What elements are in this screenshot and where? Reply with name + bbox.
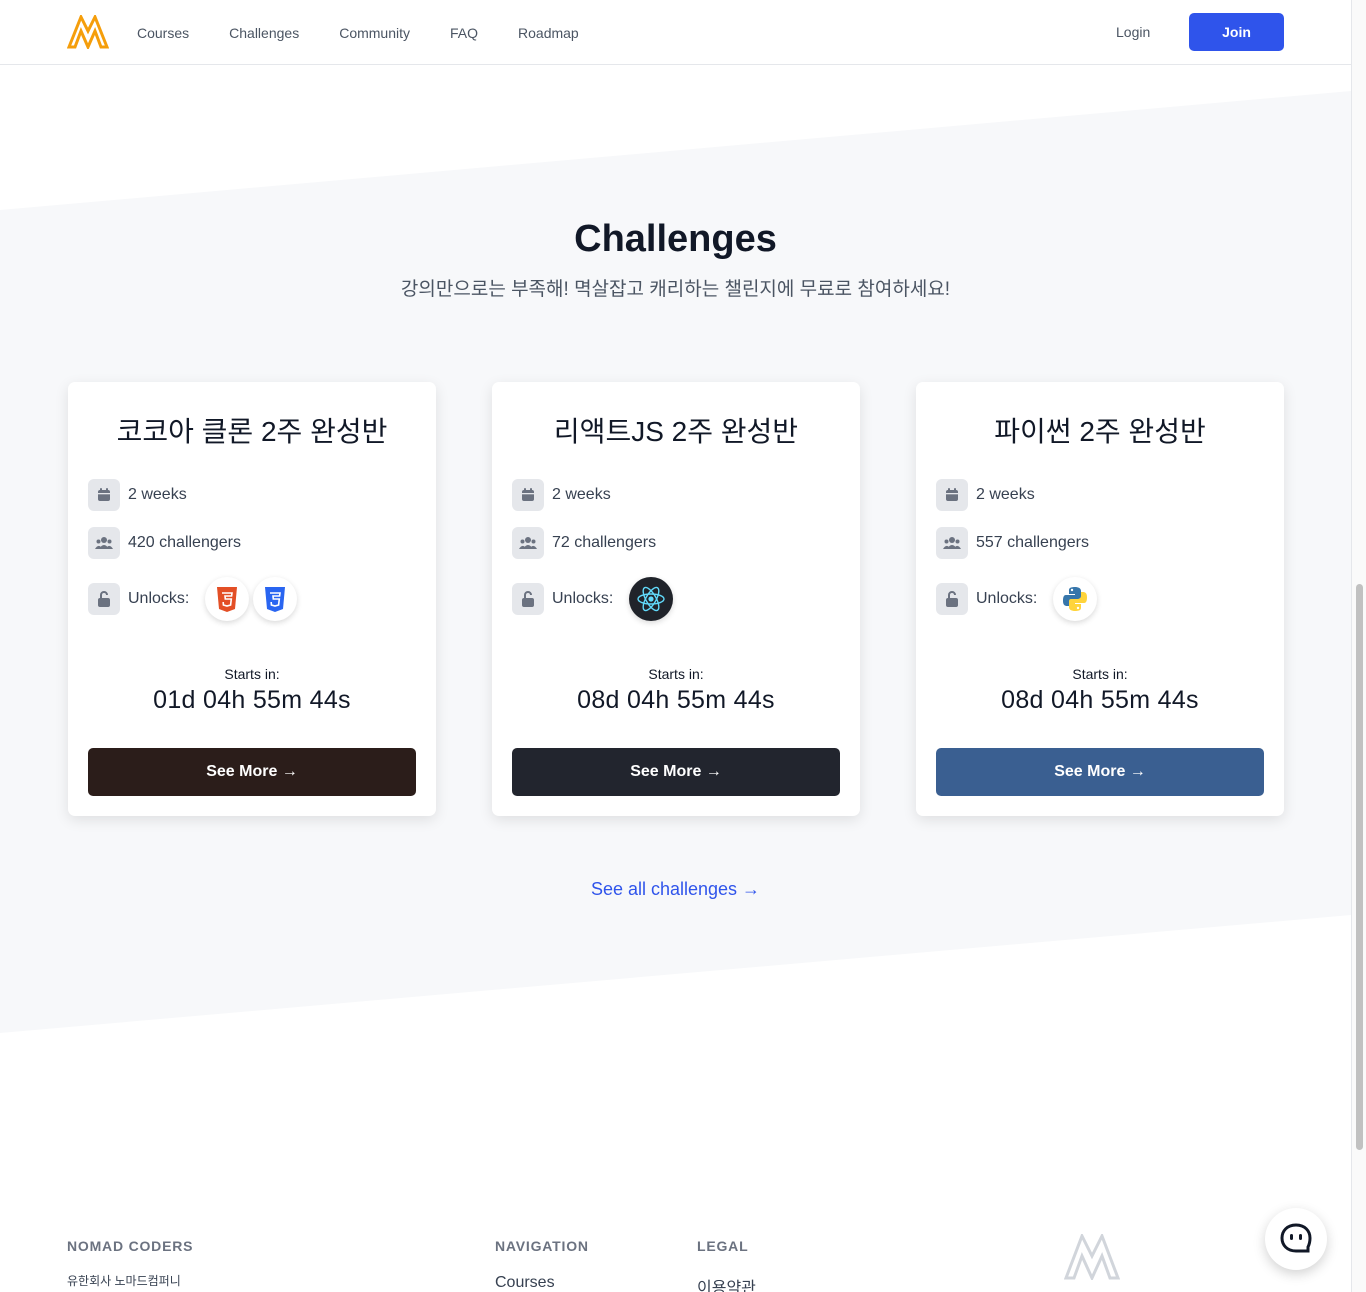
unlocks-icons <box>629 577 674 621</box>
card-title: 파이썬 2주 완성반 <box>994 416 1206 447</box>
card-title: 리액트JS 2주 완성반 <box>553 416 799 447</box>
challengers-text: 557 challengers <box>976 534 1089 551</box>
countdown-timer: 08d 04h 55m 44s <box>577 686 775 714</box>
footer-company-title: NOMAD CODERS <box>67 1238 194 1254</box>
top-header: Courses Challenges Community FAQ Roadmap… <box>0 0 1351 65</box>
challengers-row: 557 challengers <box>936 527 1089 559</box>
challenge-card-react: 리액트JS 2주 완성반 2 weeks 72 challengers Unlo… <box>492 382 860 816</box>
challengers-text: 72 challengers <box>552 534 657 551</box>
nomad-logo-icon[interactable] <box>67 15 109 49</box>
unlocks-label: Unlocks: <box>976 590 1038 607</box>
see-more-button[interactable]: See More → <box>88 748 416 796</box>
starts-label: Starts in: <box>224 666 280 682</box>
footer-nav-title: NAVIGATION <box>495 1238 589 1254</box>
footer-logo-icon <box>1064 1234 1120 1280</box>
countdown-timer: 01d 04h 55m 44s <box>153 686 351 714</box>
unlocks-icons <box>1053 577 1098 621</box>
footer-link-terms[interactable]: 이용약관 <box>697 1274 756 1292</box>
join-button[interactable]: Join <box>1189 13 1284 51</box>
calendar-icon <box>512 479 544 511</box>
challenge-card-kokoa: 코코아 클론 2주 완성반 2 weeks 420 challengers Un… <box>68 382 436 816</box>
nav-challenges[interactable]: Challenges <box>229 25 299 41</box>
unlocks-row: Unlocks: <box>88 577 298 621</box>
lock-open-icon <box>936 583 968 615</box>
unlocks-label: Unlocks: <box>128 590 190 607</box>
nav-roadmap[interactable]: Roadmap <box>518 25 579 41</box>
footer-link-courses[interactable]: Courses <box>495 1274 555 1292</box>
footer-company-name: 유한회사 노마드컴퍼니 <box>67 1274 181 1288</box>
unlocks-icons <box>205 577 298 621</box>
duration-text: 2 weeks <box>128 486 187 503</box>
lock-open-icon <box>88 583 120 615</box>
duration-row: 2 weeks <box>936 479 1035 511</box>
see-more-button[interactable]: See More → <box>512 748 840 796</box>
users-icon <box>936 527 968 559</box>
unlocks-row: Unlocks: <box>512 577 674 621</box>
countdown-timer: 08d 04h 55m 44s <box>1001 686 1199 714</box>
chat-button[interactable] <box>1265 1208 1327 1270</box>
section-title: Challenges <box>574 218 777 260</box>
nav-community[interactable]: Community <box>339 25 410 41</box>
main-nav: Courses Challenges Community FAQ Roadmap <box>137 0 579 65</box>
duration-row: 2 weeks <box>88 479 187 511</box>
python-icon[interactable] <box>1053 577 1098 621</box>
html5-icon[interactable] <box>205 577 250 621</box>
challengers-row: 420 challengers <box>88 527 241 559</box>
scrollbar-thumb[interactable] <box>1356 584 1363 1150</box>
login-link[interactable]: Login <box>1116 24 1150 40</box>
footer-legal-title: LEGAL <box>697 1238 749 1254</box>
calendar-icon <box>936 479 968 511</box>
lock-open-icon <box>512 583 544 615</box>
users-icon <box>88 527 120 559</box>
starts-label: Starts in: <box>1072 666 1128 682</box>
unlocks-row: Unlocks: <box>936 577 1098 621</box>
see-all-challenges-link[interactable]: See all challenges → <box>0 879 1351 900</box>
duration-row: 2 weeks <box>512 479 611 511</box>
react-icon[interactable] <box>629 577 674 621</box>
page-scrollbar[interactable] <box>1351 0 1366 1292</box>
section-subtitle: 강의만으로는 부족해! 멱살잡고 캐리하는 챌린지에 무료로 참여하세요! <box>400 279 951 300</box>
css3-icon[interactable] <box>253 577 298 621</box>
unlocks-label: Unlocks: <box>552 590 614 607</box>
duration-text: 2 weeks <box>552 486 611 503</box>
challengers-row: 72 challengers <box>512 527 656 559</box>
challenge-card-python: 파이썬 2주 완성반 2 weeks 557 challengers Unloc… <box>916 382 1284 816</box>
duration-text: 2 weeks <box>976 486 1035 503</box>
card-title: 코코아 클론 2주 완성반 <box>116 416 388 447</box>
nav-courses[interactable]: Courses <box>137 25 189 41</box>
chat-icon <box>1280 1223 1312 1253</box>
starts-label: Starts in: <box>648 666 704 682</box>
nav-faq[interactable]: FAQ <box>450 25 478 41</box>
challengers-text: 420 challengers <box>128 534 241 551</box>
users-icon <box>512 527 544 559</box>
calendar-icon <box>88 479 120 511</box>
see-more-button[interactable]: See More → <box>936 748 1264 796</box>
